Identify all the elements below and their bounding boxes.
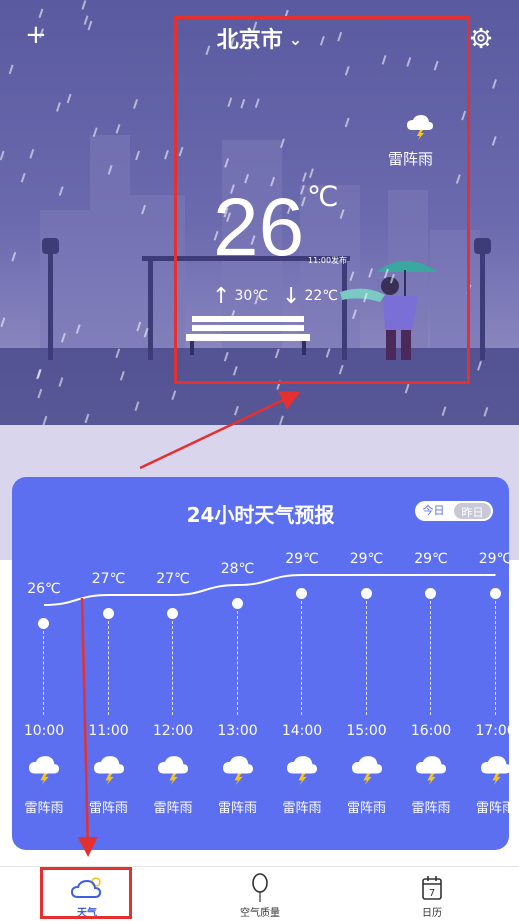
hour-forecast-item: 27℃ 11:00 雷阵雨: [77, 477, 141, 850]
hour-guide-line: [301, 601, 302, 715]
hour-time: 14:00: [281, 723, 323, 739]
hour-condition: 雷阵雨: [411, 801, 451, 816]
calendar-icon: 7: [422, 876, 442, 900]
rain-streak: [29, 149, 35, 159]
rain-streak: [133, 99, 138, 109]
rain-streak: [55, 102, 61, 112]
tab-air-quality[interactable]: 空气质量: [228, 867, 292, 921]
rain-streak: [0, 150, 5, 161]
hour-time: 17:00: [475, 723, 509, 739]
annotation-highlight-current: [174, 16, 470, 384]
hour-temperature-dot: [167, 608, 178, 619]
thunderstorm-icon: [287, 756, 317, 785]
rain-streak: [492, 79, 497, 89]
rain-streak: [66, 93, 72, 104]
rain-streak: [8, 64, 14, 75]
gear-icon: [470, 27, 492, 49]
tab-air-quality-label: 空气质量: [240, 908, 280, 919]
hour-guide-line: [107, 621, 109, 715]
rain-streak: [115, 124, 121, 134]
rain-streak: [491, 136, 497, 146]
hour-temperature: 26℃: [27, 581, 61, 597]
hour-forecast-item: 29℃ 15:00 雷阵雨: [335, 477, 399, 850]
hour-temperature-dot: [360, 588, 372, 599]
rain-streak: [135, 150, 141, 161]
hour-temperature-dot: [102, 608, 114, 619]
hour-time: 16:00: [410, 723, 452, 739]
hour-forecast-item: 27℃ 12:00 雷阵雨: [141, 477, 205, 850]
hour-temperature: 29℃: [349, 551, 384, 567]
settings-button[interactable]: [470, 27, 492, 54]
hour-temperature-dot: [489, 588, 501, 599]
thunderstorm-icon: [29, 756, 59, 785]
hour-temperature: 29℃: [414, 551, 448, 567]
hour-time: 11:00: [88, 723, 129, 739]
hour-time: 12:00: [152, 723, 194, 739]
hour-forecast-item: 26℃ 10:00 雷阵雨: [12, 477, 76, 850]
hour-forecast-item: 28℃ 13:00 雷阵雨: [206, 477, 270, 850]
hour-guide-line: [494, 601, 496, 715]
hour-time: 15:00: [346, 723, 387, 739]
rain-streak: [38, 8, 44, 19]
balloon-icon: [252, 873, 268, 902]
hour-condition: 雷阵雨: [88, 801, 128, 816]
hour-forecast-item: 29℃ 17:00 雷阵雨: [464, 477, 509, 850]
hour-temperature: 27℃: [156, 571, 190, 587]
rain-streak: [81, 0, 87, 10]
hour-temperature-dot: [296, 588, 307, 599]
thunderstorm-icon: [158, 756, 188, 785]
annotation-highlight-tab: [40, 867, 132, 919]
hour-temperature: 27℃: [91, 571, 126, 587]
hour-forecast-item: 29℃ 16:00 雷阵雨: [399, 477, 463, 850]
thunderstorm-icon: [416, 756, 446, 785]
hour-guide-line: [365, 601, 367, 715]
hour-time: 13:00: [217, 723, 258, 739]
thunderstorm-icon: [351, 756, 382, 785]
hour-guide-line: [43, 631, 44, 715]
hour-condition: 雷阵雨: [24, 801, 64, 816]
hour-temperature-dot: [38, 618, 49, 629]
hour-temperature: 29℃: [478, 551, 509, 567]
hour-temperature-dot: [425, 588, 436, 599]
hour-guide-line: [236, 611, 238, 715]
rain-streak: [11, 251, 17, 262]
thunderstorm-icon: [222, 756, 253, 785]
rain-streak: [20, 172, 26, 183]
hour-condition: 雷阵雨: [282, 801, 322, 816]
hour-forecast-item: 29℃ 14:00 雷阵雨: [270, 477, 334, 850]
rain-streak: [0, 317, 6, 327]
hour-condition: 雷阵雨: [153, 801, 193, 816]
hour-condition: 雷阵雨: [346, 801, 386, 816]
thunderstorm-icon: [480, 756, 509, 785]
calendar-day: 7: [429, 888, 435, 899]
hour-condition: 雷阵雨: [217, 801, 257, 816]
rain-streak: [58, 186, 64, 196]
hour-temperature: 28℃: [220, 561, 255, 577]
hour-time: 10:00: [23, 723, 65, 739]
tab-calendar[interactable]: 7 日历: [408, 867, 456, 921]
rain-streak: [164, 149, 169, 160]
hour-condition: 雷阵雨: [475, 801, 509, 816]
hour-temperature: 29℃: [285, 551, 319, 567]
hour-guide-line: [430, 601, 431, 715]
hour-temperature-dot: [231, 598, 243, 609]
thunderstorm-icon: [93, 756, 124, 785]
hourly-forecast-card: 24小时天气预报 今日 昨日 26℃ 10:00 雷阵雨 27℃ 11:00 雷阵雨 27℃…: [12, 477, 509, 850]
tab-calendar-label: 日历: [422, 908, 442, 919]
hour-guide-line: [172, 621, 173, 715]
